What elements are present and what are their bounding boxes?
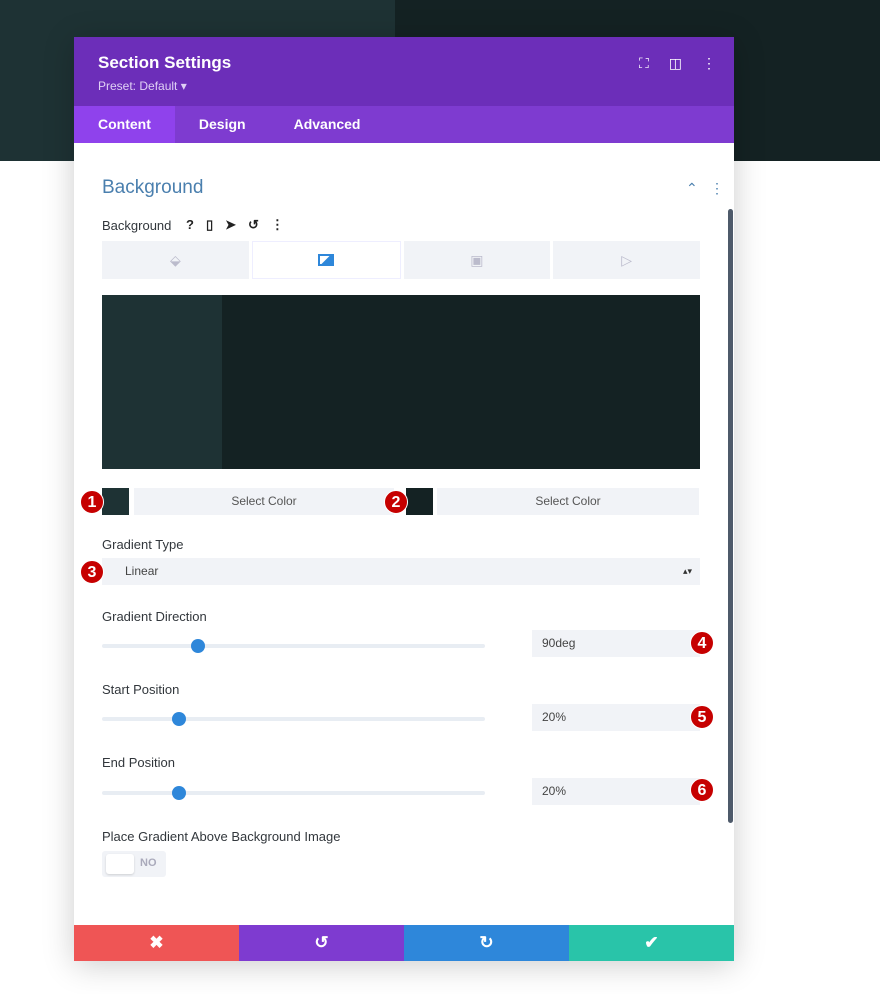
undo-button[interactable]: ↺ xyxy=(239,925,404,961)
toggle-state: NO xyxy=(140,857,157,869)
scrollbar[interactable] xyxy=(728,209,733,823)
save-button[interactable]: ✔ xyxy=(569,925,734,961)
annotation-badge-1: 1 xyxy=(80,490,104,514)
start-position-input[interactable]: 20% xyxy=(532,704,700,731)
video-icon[interactable]: ▷ xyxy=(553,241,700,279)
tab-content[interactable]: Content xyxy=(74,106,175,143)
gradient-preview xyxy=(102,295,700,469)
gradient-type-label: Gradient Type xyxy=(102,537,184,552)
section-settings-modal: Section Settings Preset: Default ▾ ⛶ ◫ ⋮… xyxy=(74,37,734,961)
gradient-direction-input[interactable]: 90deg xyxy=(532,630,700,657)
redo-button[interactable]: ↻ xyxy=(404,925,569,961)
gradient-type-value: Linear xyxy=(125,564,159,578)
section-more-icon[interactable]: ⋮ xyxy=(710,180,724,197)
more-vertical-icon[interactable]: ⋮ xyxy=(702,55,716,72)
gradient-icon[interactable] xyxy=(251,241,401,279)
gradient-preview-stop xyxy=(102,295,222,469)
gradient-type-select[interactable]: Linear ▴▾ xyxy=(102,558,700,585)
select-arrows-icon: ▴▾ xyxy=(682,566,692,576)
gradient-direction-slider[interactable] xyxy=(102,639,485,653)
focus-icon[interactable]: ⛶ xyxy=(639,55,649,72)
image-icon[interactable]: ▣ xyxy=(403,241,551,279)
mobile-icon[interactable]: ▯ xyxy=(206,217,213,233)
color-swatch-1[interactable] xyxy=(102,488,129,515)
background-label: Background xyxy=(102,218,172,233)
end-position-input[interactable]: 20% xyxy=(532,778,700,805)
modal-footer: ✖ ↺ ↻ ✔ xyxy=(74,925,734,961)
color-swatch-2[interactable] xyxy=(406,488,433,515)
gradient-direction-label: Gradient Direction xyxy=(102,609,207,624)
place-above-toggle[interactable]: NO xyxy=(102,851,166,877)
reset-icon[interactable]: ↺ xyxy=(248,217,259,233)
tab-design[interactable]: Design xyxy=(175,106,270,143)
annotation-badge-3: 3 xyxy=(80,560,104,584)
select-color-1[interactable]: Select Color xyxy=(134,488,394,515)
start-position-label: Start Position xyxy=(102,682,180,697)
place-above-label: Place Gradient Above Background Image xyxy=(102,829,341,844)
slider-knob[interactable] xyxy=(171,786,186,800)
annotation-badge-4: 4 xyxy=(690,631,714,655)
annotation-badge-6: 6 xyxy=(690,778,714,802)
tab-advanced[interactable]: Advanced xyxy=(270,106,385,143)
preset-dropdown[interactable]: Preset: Default ▾ xyxy=(98,79,187,93)
section-title[interactable]: Background xyxy=(102,177,203,199)
hover-cursor-icon[interactable]: ➤ xyxy=(225,217,236,233)
slider-knob[interactable] xyxy=(190,639,205,653)
color-fill-icon[interactable]: ⬙ xyxy=(102,241,249,279)
tab-bar: Content Design Advanced xyxy=(74,106,734,143)
options-icon[interactable]: ⋮ xyxy=(271,217,284,233)
select-color-2[interactable]: Select Color xyxy=(437,488,699,515)
end-position-label: End Position xyxy=(102,755,175,770)
annotation-badge-2: 2 xyxy=(384,490,408,514)
cancel-button[interactable]: ✖ xyxy=(74,925,239,961)
start-position-slider[interactable] xyxy=(102,712,485,726)
modal-header: Section Settings Preset: Default ▾ ⛶ ◫ ⋮ xyxy=(74,37,734,106)
toggle-knob xyxy=(106,854,134,874)
sidebar-layout-icon[interactable]: ◫ xyxy=(669,55,682,72)
background-type-tabs: ⬙ ▣ ▷ xyxy=(102,241,700,279)
help-icon[interactable]: ? xyxy=(186,217,194,233)
slider-knob[interactable] xyxy=(171,712,186,726)
annotation-badge-5: 5 xyxy=(690,705,714,729)
end-position-slider[interactable] xyxy=(102,786,485,800)
collapse-icon[interactable]: ⌃ xyxy=(686,180,698,197)
modal-title: Section Settings xyxy=(98,53,232,72)
